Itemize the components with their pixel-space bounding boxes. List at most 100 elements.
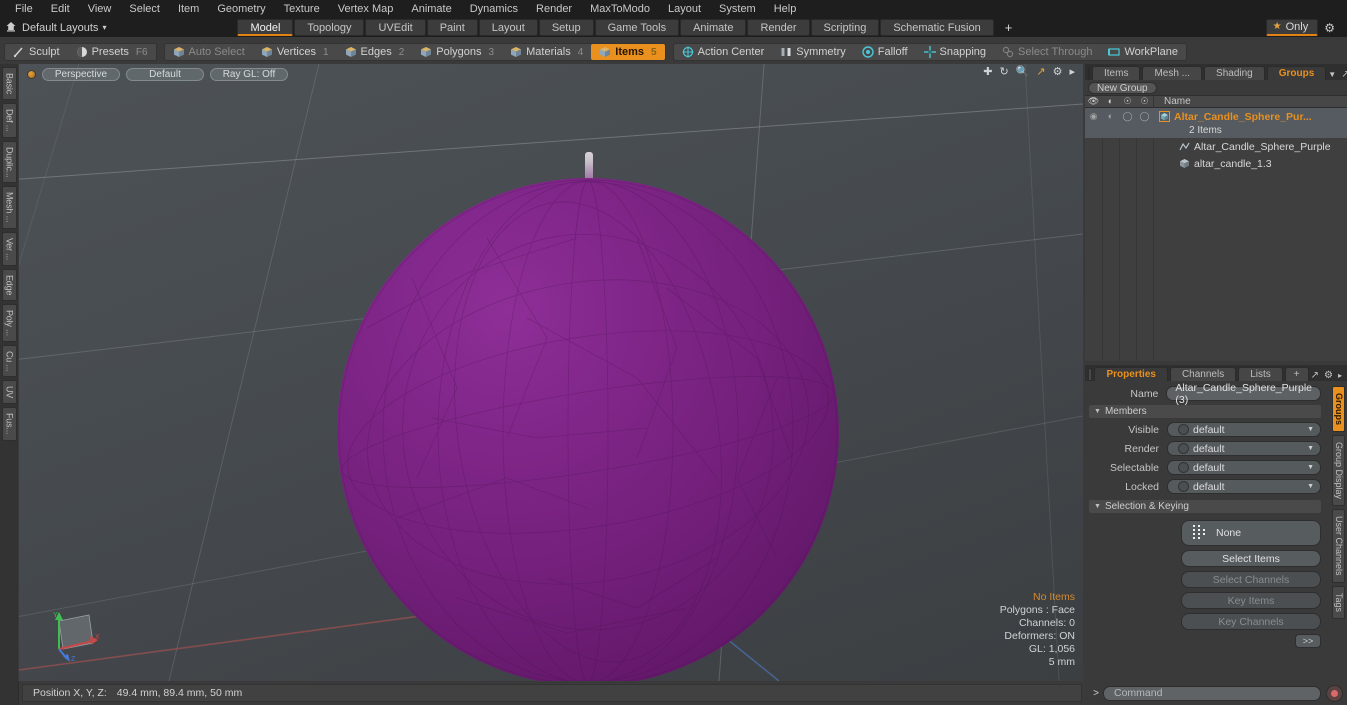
menu-item-view[interactable]: View	[79, 0, 121, 18]
property-toggle-icon[interactable]	[1178, 424, 1189, 435]
eye-icon[interactable]: ◉	[1085, 108, 1102, 125]
right-tab-user-channels[interactable]: User Channels	[1332, 509, 1345, 583]
chevron-down-icon[interactable]: ▼	[1307, 464, 1314, 471]
layout-tab-animate[interactable]: Animate	[680, 19, 747, 36]
property-toggle-icon[interactable]	[1178, 443, 1189, 454]
right-tab-group-display[interactable]: Group Display	[1332, 435, 1345, 507]
add-properties-tab[interactable]: +	[1284, 367, 1309, 381]
chevron-down-icon[interactable]: ▼	[1307, 483, 1314, 490]
mode-button-vertices[interactable]: Vertices 1	[253, 44, 337, 60]
lock-icon[interactable]: ◯	[1136, 108, 1153, 125]
default-layouts-label[interactable]: Default Layouts	[22, 22, 102, 34]
menu-item-vertex-map[interactable]: Vertex Map	[329, 0, 403, 18]
mode-button-sculpt[interactable]: Sculpt	[5, 44, 68, 60]
mode-button-falloff[interactable]: Falloff	[854, 44, 916, 60]
command-input[interactable]: Command	[1103, 685, 1321, 701]
chevron-down-icon[interactable]: ▼	[1307, 445, 1314, 452]
menu-item-layout[interactable]: Layout	[659, 0, 710, 18]
layout-tab-game-tools[interactable]: Game Tools	[594, 19, 680, 36]
menu-item-render[interactable]: Render	[527, 0, 581, 18]
panel-corner-button[interactable]	[1088, 67, 1090, 80]
selectable-icon[interactable]: ☉	[1119, 95, 1136, 108]
left-tab-6[interactable]: Poly ...	[1, 304, 17, 343]
layout-tab-schematic-fusion[interactable]: Schematic Fusion	[880, 19, 994, 36]
gear-icon[interactable]: ⚙	[1318, 21, 1341, 35]
only-toggle[interactable]: ★ Only	[1265, 19, 1319, 36]
selection-keying-section-header[interactable]: ▼ Selection & Keying	[1089, 500, 1321, 513]
mode-button-edges[interactable]: Edges 2	[337, 44, 413, 60]
panel-tab-items[interactable]: Items	[1092, 66, 1141, 80]
right-tab-groups[interactable]: Groups	[1332, 386, 1345, 433]
menu-item-select[interactable]: Select	[120, 0, 169, 18]
mode-button-select-through[interactable]: Select Through	[994, 44, 1100, 60]
render-icon[interactable]: ◐	[1102, 95, 1119, 108]
left-tab-2[interactable]: Duplic...	[1, 140, 17, 184]
property-dropdown-locked[interactable]: default ▼	[1167, 479, 1321, 494]
add-layout-button[interactable]: +	[995, 20, 1023, 35]
expand-more-button[interactable]: >>	[1295, 634, 1321, 648]
table-row[interactable]: Altar_Candle_Sphere_Purple	[1085, 138, 1347, 155]
left-tab-7[interactable]: Cu ...	[1, 345, 17, 378]
fullscreen-icon[interactable]: ↗	[1036, 67, 1045, 78]
mode-button-workplane[interactable]: WorkPlane	[1100, 44, 1186, 60]
layout-tab-scripting[interactable]: Scripting	[810, 19, 880, 36]
rotate-icon[interactable]: ↻	[999, 67, 1008, 78]
3d-viewport[interactable]: Perspective Default Ray GL: Off ✚ ↻ 🔍 ↗ …	[19, 64, 1083, 681]
panel-tab-shading[interactable]: Shading	[1204, 66, 1265, 80]
zoom-icon[interactable]: 🔍	[1016, 67, 1030, 78]
move-icon[interactable]: ✚	[983, 67, 992, 78]
right-tab-tags[interactable]: Tags	[1332, 585, 1345, 619]
viewport-style-pill[interactable]: Default	[126, 67, 204, 81]
group-list-body[interactable]: ◉ ◐ ◯ ◯ Altar_Candle_Sphere_Pur... 2 Items Alt…	[1085, 108, 1347, 361]
layout-tab-paint[interactable]: Paint	[426, 19, 478, 36]
panel-corner-button[interactable]	[1088, 368, 1093, 381]
expand-icon[interactable]: ↗	[1311, 370, 1319, 381]
left-tab-8[interactable]: UV	[1, 380, 17, 405]
mode-button-presets[interactable]: Presets F6	[68, 44, 156, 60]
chevron-down-icon[interactable]: ▼	[1328, 70, 1336, 79]
layout-tab-topology[interactable]: Topology	[294, 19, 365, 36]
panel-tab-mesh-[interactable]: Mesh ...	[1142, 66, 1203, 80]
properties-tab-channels[interactable]: Channels	[1169, 367, 1237, 381]
mode-button-polygons[interactable]: Polygons 3	[412, 44, 502, 60]
name-input[interactable]: Altar_Candle_Sphere_Purple (3)	[1166, 382, 1321, 406]
home-icon[interactable]	[0, 21, 22, 35]
lock-icon[interactable]: ☉	[1136, 95, 1153, 108]
viewport-raygl-pill[interactable]: Ray GL: Off	[210, 67, 288, 81]
purple-candle-sphere-mesh[interactable]	[337, 178, 839, 681]
menu-item-texture[interactable]: Texture	[275, 0, 329, 18]
mode-button-snapping[interactable]: Snapping	[916, 44, 995, 60]
panel-tab-groups[interactable]: Groups	[1266, 66, 1327, 80]
layout-tab-layout[interactable]: Layout	[478, 19, 538, 36]
menu-item-help[interactable]: Help	[765, 0, 806, 18]
mode-button-action-center[interactable]: Action Center	[674, 44, 773, 60]
menu-item-geometry[interactable]: Geometry	[208, 0, 274, 18]
render-icon[interactable]: ◐	[1102, 108, 1119, 125]
layout-tab-render[interactable]: Render	[747, 19, 810, 36]
chevron-down-icon[interactable]: ▾	[102, 23, 106, 32]
viewport-menu-dot[interactable]	[27, 69, 36, 79]
left-tab-3[interactable]: Mesh ...	[1, 186, 17, 229]
menu-item-item[interactable]: Item	[169, 0, 208, 18]
menu-item-dynamics[interactable]: Dynamics	[461, 0, 527, 18]
property-toggle-icon[interactable]	[1178, 462, 1189, 473]
chevron-down-icon[interactable]: ▼	[1307, 426, 1314, 433]
menu-item-animate[interactable]: Animate	[402, 0, 460, 18]
property-dropdown-selectable[interactable]: default ▼	[1167, 460, 1321, 475]
menu-item-edit[interactable]: Edit	[42, 0, 79, 18]
eye-icon[interactable]: 👁	[1085, 95, 1102, 108]
left-tab-1[interactable]: Def ...	[1, 103, 17, 138]
selectable-icon[interactable]: ◯	[1119, 108, 1136, 125]
property-toggle-icon[interactable]	[1178, 481, 1189, 492]
layout-tab-setup[interactable]: Setup	[538, 19, 594, 36]
left-tab-4[interactable]: Ver ...	[1, 231, 17, 266]
left-tab-5[interactable]: Edge	[1, 268, 17, 302]
left-tab-0[interactable]: Basic	[1, 67, 17, 101]
arrow-right-icon[interactable]: ▸	[1069, 67, 1075, 78]
layout-tab-model[interactable]: Model	[237, 19, 294, 36]
arrow-right-icon[interactable]: ▸	[1338, 371, 1342, 380]
action-button-select-items[interactable]: Select Items	[1181, 550, 1321, 567]
table-row[interactable]: ◉ ◐ ◯ ◯ Altar_Candle_Sphere_Pur...	[1085, 108, 1347, 125]
menu-item-system[interactable]: System	[710, 0, 765, 18]
mode-button-materials[interactable]: Materials 4	[502, 44, 591, 60]
